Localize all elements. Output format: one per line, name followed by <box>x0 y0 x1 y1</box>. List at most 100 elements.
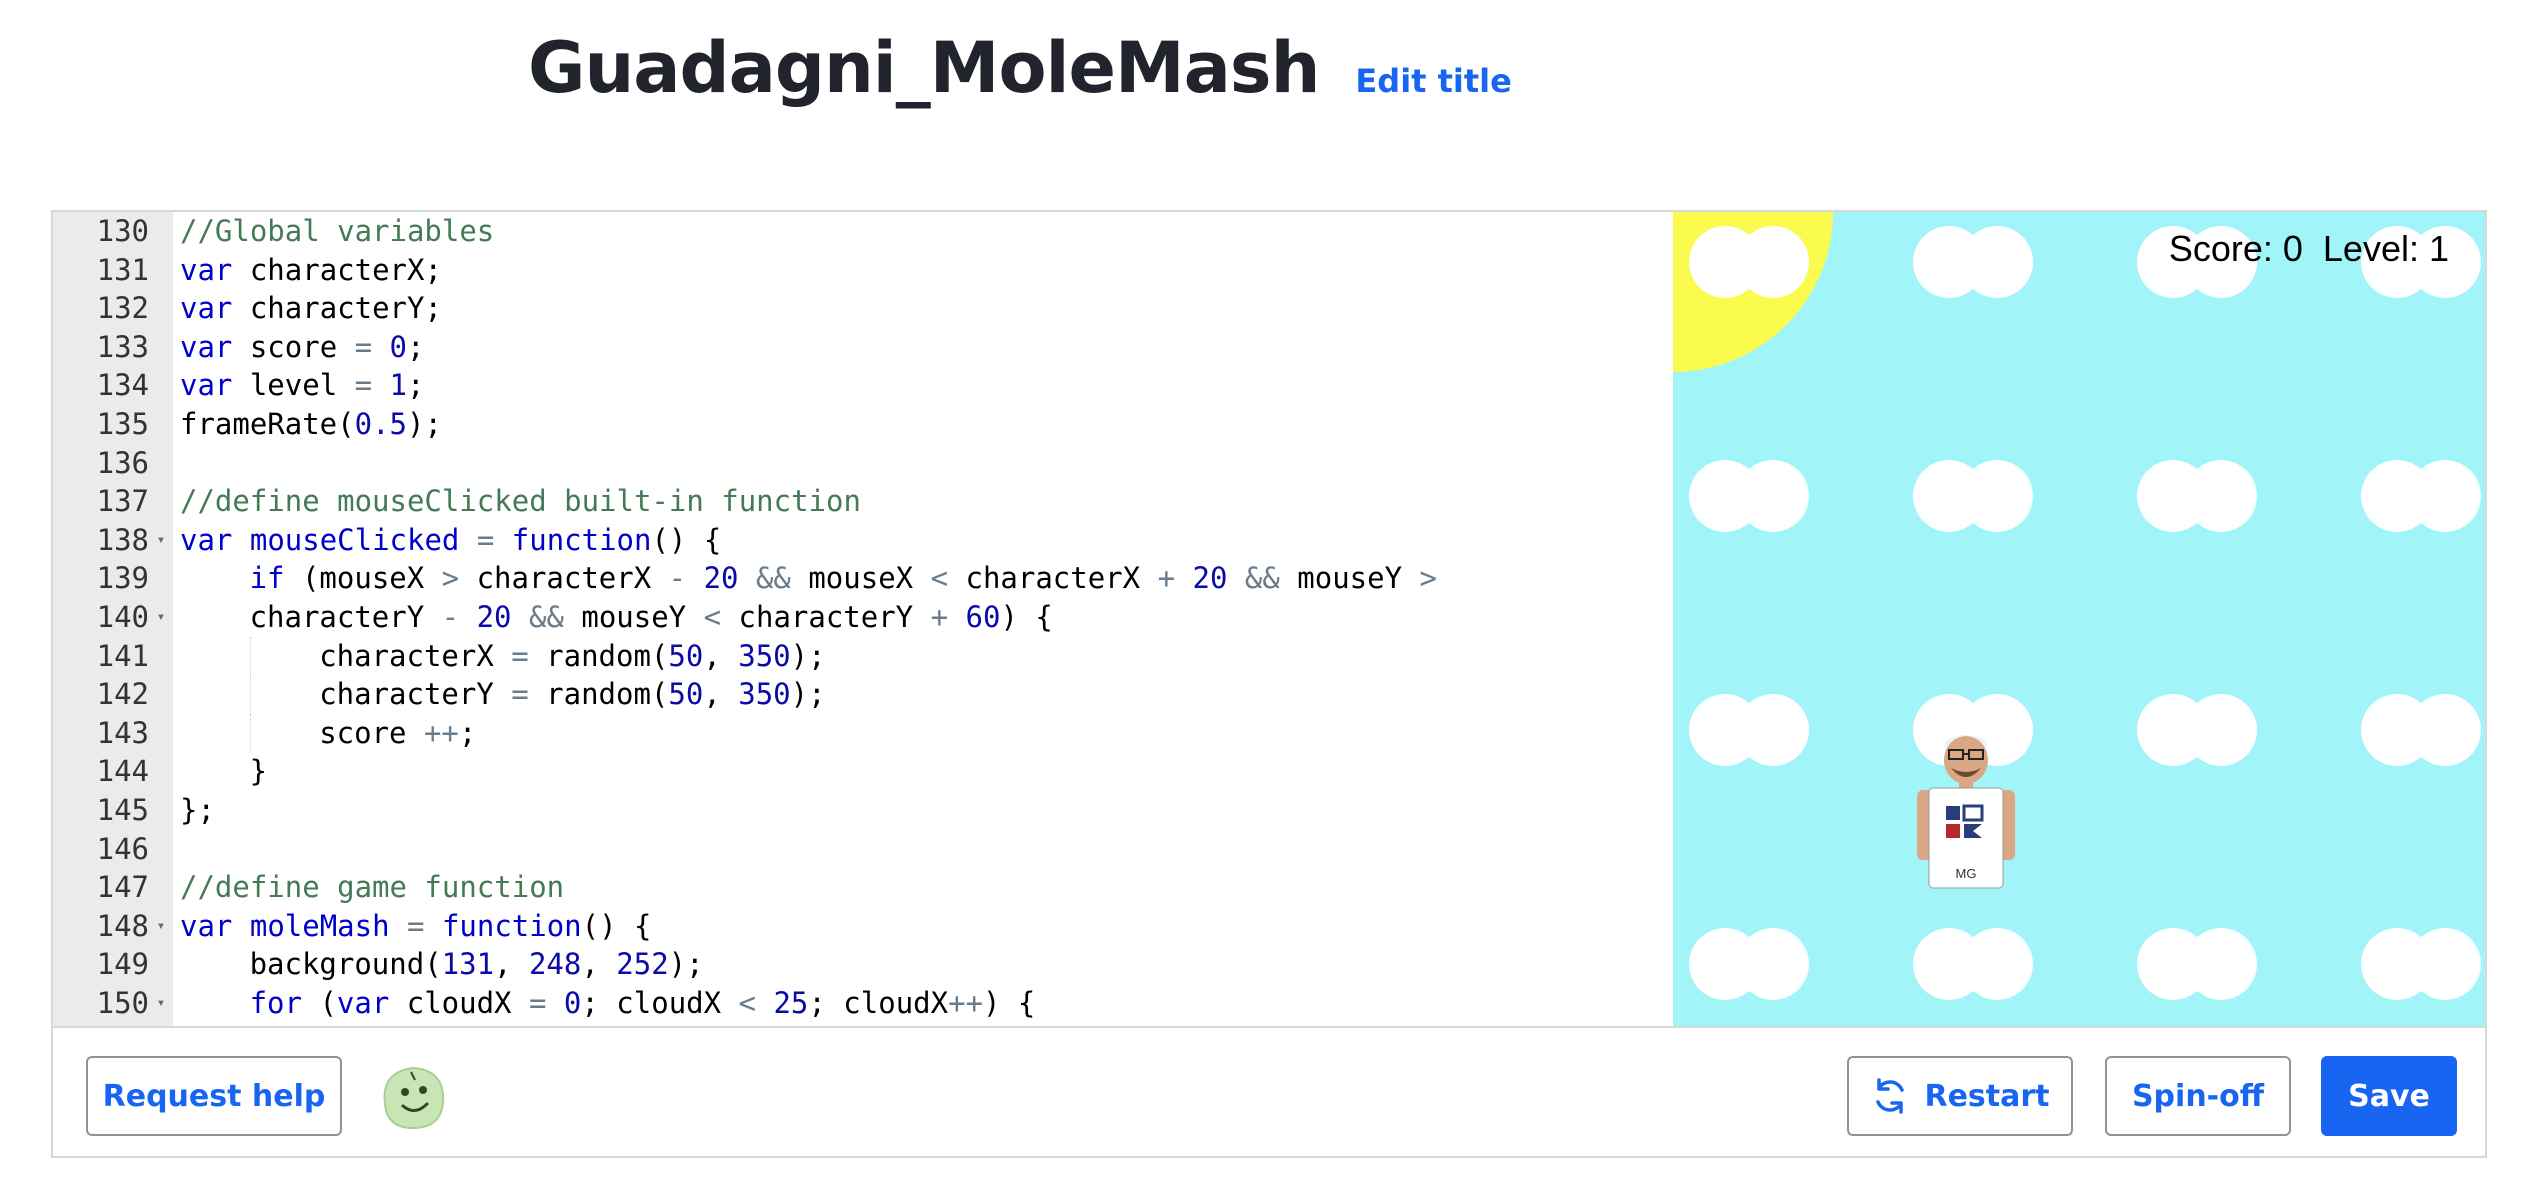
code-token: , <box>494 947 529 982</box>
mole-character[interactable]: MG <box>1909 730 2023 890</box>
cloud-shape <box>1689 460 1809 532</box>
fold-toggle-icon[interactable]: ▾ <box>153 984 169 1023</box>
code-token: moleMash <box>249 908 390 943</box>
output-canvas[interactable]: Score: 0 Level: 1 MG <box>1673 212 2485 1026</box>
code-token: ); <box>790 638 826 673</box>
code-editor[interactable]: 130//Global variables 131 var characterX; 1… <box>53 212 1673 1026</box>
code-token: var <box>180 522 233 557</box>
code-token: var <box>336 985 390 1020</box>
code-token: ) { <box>983 985 1036 1020</box>
code-token: = <box>528 985 547 1020</box>
code-token: + <box>930 599 949 634</box>
line-number: 148 <box>96 908 149 943</box>
code-token: var <box>180 368 233 403</box>
code-token: 131 <box>441 947 495 982</box>
code-token: ); <box>668 947 704 982</box>
line-number: 150 <box>96 985 149 1020</box>
code-token: 248 <box>528 947 582 982</box>
code-token: 0.5 <box>354 406 407 441</box>
code-token: } <box>249 754 268 789</box>
code-token: > <box>441 561 460 596</box>
spin-off-button[interactable]: Spin-off <box>2105 1056 2291 1136</box>
code-token: , <box>703 638 739 673</box>
footer-bar: Request help Restart Spin-off Save <box>53 1026 2485 1156</box>
cloud-shape <box>2137 928 2257 1000</box>
fold-toggle-icon[interactable]: ▾ <box>153 521 169 560</box>
indent-guide <box>249 713 251 753</box>
fold-toggle-icon[interactable]: ▾ <box>153 598 169 637</box>
line-number: 144 <box>96 754 149 789</box>
code-token: score <box>232 329 355 364</box>
code-token: var <box>180 252 233 287</box>
code-token: characterY <box>721 599 931 634</box>
code-token: && <box>755 561 791 596</box>
code-token: characterX; <box>232 252 442 287</box>
code-token: 350 <box>738 677 791 712</box>
code-text: background(131, 248, 252); <box>250 945 704 984</box>
restart-button[interactable]: Restart <box>1847 1056 2073 1136</box>
code-token: && <box>528 599 564 634</box>
cloud-shape <box>1913 928 2033 1000</box>
line-number: 133 <box>96 329 149 364</box>
cloud-shape <box>1913 460 2033 532</box>
code-token: - <box>441 599 460 634</box>
code-token: < <box>703 599 722 634</box>
code-token: = <box>407 908 425 943</box>
indent-guide <box>249 675 251 714</box>
code-token: 50 <box>668 638 704 673</box>
code-token: characterY <box>319 677 512 712</box>
cloud-shape <box>2137 694 2257 766</box>
code-token: ++ <box>423 715 459 750</box>
avatar-icon[interactable] <box>375 1058 451 1134</box>
code-token: //define game function <box>180 870 565 905</box>
save-button[interactable]: Save <box>2321 1056 2457 1136</box>
code-text: var moleMash = function() { <box>180 907 651 946</box>
code-token: characterY; <box>232 291 442 326</box>
code-token: ; cloudX <box>581 985 739 1020</box>
code-token: = <box>511 677 529 712</box>
code-token: = <box>476 522 495 557</box>
line-number: 143 <box>96 715 149 750</box>
cloud-shape <box>2137 460 2257 532</box>
line-number: 146 <box>96 831 149 866</box>
code-text: if (mouseX > characterX - 20 && mouseX <… <box>250 559 1437 598</box>
code-token: , <box>581 947 617 982</box>
code-token: frameRate( <box>180 406 355 441</box>
code-token: function <box>511 522 652 557</box>
code-token: var <box>180 329 233 364</box>
code-token: characterY <box>249 599 442 634</box>
cloud-shape <box>2361 928 2481 1000</box>
code-token: = <box>354 368 373 403</box>
code-token: characterX <box>459 561 669 596</box>
code-text: } <box>250 752 267 791</box>
fold-toggle-icon[interactable]: ▾ <box>153 907 169 946</box>
code-token: mouseClicked <box>249 522 460 557</box>
line-number: 134 <box>96 368 149 403</box>
code-token: score <box>319 715 424 750</box>
code-text: //Global variables <box>180 212 494 251</box>
line-number: 147 <box>96 870 149 905</box>
code-text: //define game function <box>180 868 564 907</box>
code-token: function <box>441 908 582 943</box>
edit-title-link[interactable]: Edit title <box>1355 62 1511 100</box>
code-token: for <box>249 985 302 1020</box>
code-token: ; <box>407 329 425 364</box>
code-text: var score = 0; <box>180 328 424 367</box>
code-text: score ++; <box>319 714 476 753</box>
cloud-shape <box>1913 226 2033 298</box>
code-text: var characterX; <box>180 251 442 290</box>
code-token: 25 <box>773 985 809 1020</box>
code-token: ; cloudX <box>808 985 949 1020</box>
line-number: 138 <box>96 522 149 557</box>
code-token: ) { <box>1000 599 1053 634</box>
code-token: - <box>668 561 687 596</box>
request-help-button[interactable]: Request help <box>86 1056 342 1136</box>
code-token: ; <box>458 715 477 750</box>
code-token: () { <box>581 908 652 943</box>
